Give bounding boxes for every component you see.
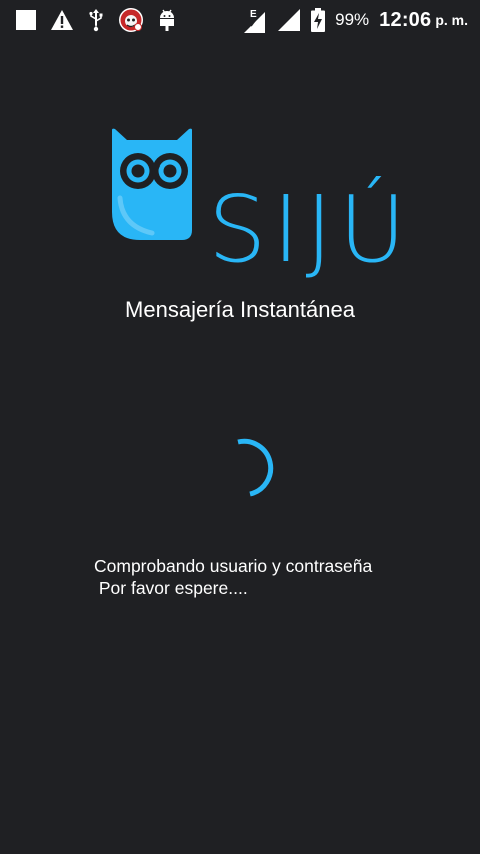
signal-e-icon: E (243, 6, 267, 34)
warning-icon (50, 9, 74, 31)
square-notification-icon (16, 10, 36, 30)
status-bar: E 99% 12:06 p. m. (0, 0, 480, 40)
clock-ampm: p. m. (435, 12, 468, 28)
usb-icon (88, 8, 104, 32)
android-debug-icon (158, 8, 176, 32)
owl-logo-icon (112, 128, 192, 240)
app-notification-icon (118, 7, 144, 33)
app-logo: SIJÚ (108, 126, 406, 282)
status-right: E 99% 12:06 p. m. (233, 6, 468, 34)
battery-percent: 99% (335, 10, 370, 29)
app-brand-name: SIJÚ (208, 176, 413, 283)
clock-time: 12:06 (379, 8, 432, 31)
clock: 12:06 p. m. (379, 9, 468, 32)
splash-screen: E 99% 12:06 p. m. SIJÚ Mensajería Instan… (0, 0, 480, 854)
loading-message-line1: Comprobando usuario y contraseña (94, 556, 373, 576)
loading-spinner (237, 438, 274, 497)
status-left (16, 7, 190, 33)
signal-icon (277, 8, 301, 32)
app-tagline: Mensajería Instantánea (125, 297, 355, 322)
battery-charging-icon (311, 8, 326, 32)
loading-message-line2: Por favor espere.... (94, 578, 248, 598)
loading-message: Comprobando usuario y contraseña Por fav… (94, 555, 372, 599)
